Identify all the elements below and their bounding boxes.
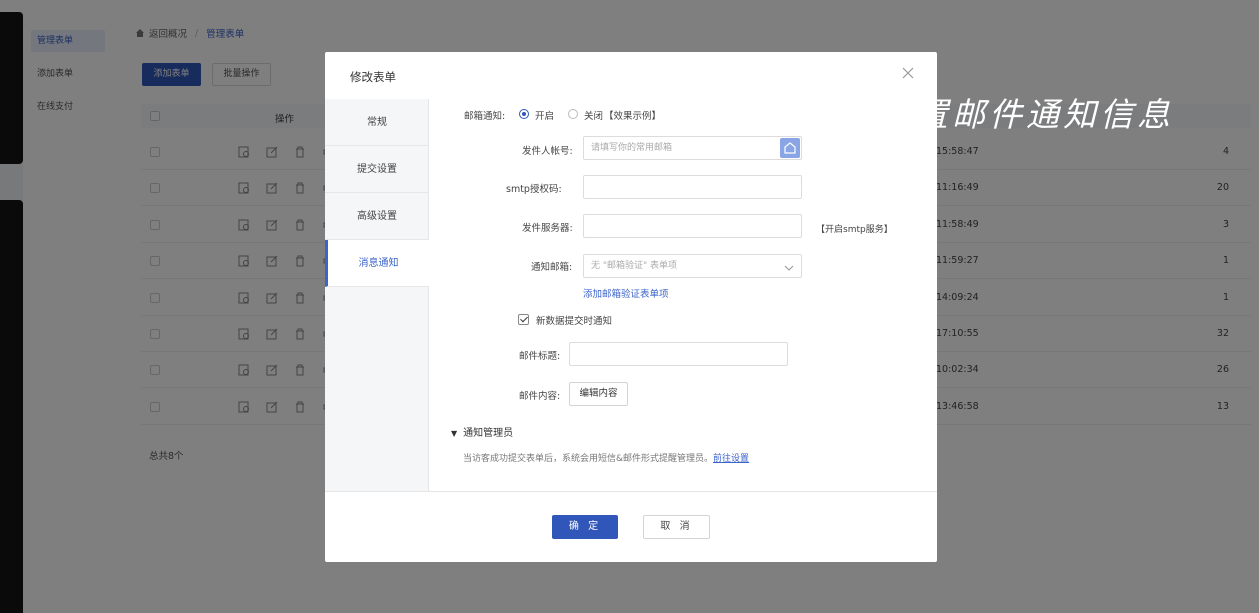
sender-placeholder: 请填写你的常用邮箱	[591, 143, 673, 153]
admin-notify-title: 通知管理员	[463, 428, 514, 439]
subject-input[interactable]	[569, 342, 788, 366]
admin-notify-text: 当访客成功提交表单后，系统会用短信&邮件形式提醒管理员。	[463, 454, 714, 464]
radio-on[interactable]	[519, 109, 529, 119]
subject-label: 邮件标题:	[519, 351, 561, 362]
radio-off-label[interactable]: 关闭	[584, 108, 603, 122]
smtp-code-label: smtp授权码:	[506, 184, 562, 195]
annotation-arrow	[827, 142, 911, 189]
sender-input[interactable]: 请填写你的常用邮箱	[583, 136, 802, 160]
tab-notifications[interactable]: 消息通知	[325, 240, 429, 287]
sender-label: 发件人帐号:	[522, 146, 573, 157]
server-label: 发件服务器:	[522, 223, 573, 234]
admin-notify-desc: 当访客成功提交表单后，系统会用短信&邮件形式提醒管理员。前往设置	[463, 451, 749, 464]
annotation-text: 设置邮件通知信息	[878, 95, 1174, 134]
admin-notify-section[interactable]: ▼ 通知管理员	[451, 424, 513, 439]
chevron-down-icon	[784, 260, 794, 271]
smtp-code-input[interactable]	[583, 175, 802, 199]
email-notify-panel: 邮箱通知: 开启 关闭 【效果示例】 发件人帐号: 请填写你的常用邮箱 smtp…	[455, 99, 815, 418]
add-email-field-link[interactable]: 添加邮箱验证表单项	[583, 286, 669, 300]
new-data-label[interactable]: 新数据提交时通知	[536, 313, 612, 327]
mail-icon[interactable]	[780, 138, 800, 158]
close-icon[interactable]	[901, 66, 915, 80]
go-settings-link[interactable]: 前往设置	[713, 454, 749, 464]
new-data-checkbox[interactable]	[518, 314, 529, 325]
tab-general[interactable]: 常规	[325, 99, 429, 146]
notify-mail-select[interactable]: 无 "邮箱验证" 表单项	[583, 254, 802, 278]
content-label: 邮件内容:	[519, 391, 561, 402]
notify-mail-label: 通知邮箱:	[531, 262, 573, 273]
radio-on-label[interactable]: 开启	[535, 108, 554, 122]
dialog-title: 修改表单	[350, 70, 396, 84]
cancel-button[interactable]: 取 消	[643, 515, 710, 539]
confirm-button[interactable]: 确 定	[552, 515, 618, 539]
smtp-service-hint[interactable]: 【开启smtp服务】	[816, 222, 893, 235]
email-notify-label: 邮箱通知:	[464, 111, 506, 122]
server-input[interactable]	[583, 214, 802, 238]
dialog-nav: 常规 提交设置 高级设置 消息通知	[325, 99, 429, 491]
notify-mail-value: 无 "邮箱验证" 表单项	[591, 261, 678, 271]
example-link[interactable]: 【效果示例】	[604, 108, 661, 122]
edit-content-button[interactable]: 编辑内容	[569, 382, 628, 406]
caret-down-icon: ▼	[451, 429, 458, 438]
tab-advanced-settings[interactable]: 高级设置	[325, 193, 429, 240]
radio-off[interactable]	[568, 109, 578, 119]
dialog-footer-divider	[325, 491, 937, 492]
tab-submit-settings[interactable]: 提交设置	[325, 146, 429, 193]
